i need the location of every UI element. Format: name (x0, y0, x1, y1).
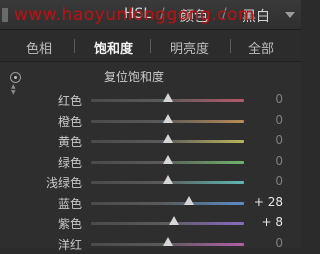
panel-header: HSL / 颜色 / 黑白 www.haoyunlonggong.com (0, 0, 301, 30)
slider-thumb[interactable] (168, 216, 179, 225)
slider-thumb[interactable] (162, 134, 173, 143)
slider-thumb[interactable] (162, 175, 173, 184)
slider-value[interactable]: 0 (275, 236, 283, 250)
slider-thumb[interactable] (162, 154, 173, 164)
slider-label: 浅绿色 (45, 176, 82, 190)
slider-row: 蓝色 + 28 (0, 193, 301, 213)
slider-thumb[interactable] (162, 236, 173, 246)
slider-thumb[interactable] (162, 93, 173, 102)
slider-row: 红色 0 (0, 90, 301, 110)
slider-value[interactable]: + 8 (261, 215, 283, 229)
panel-menu-icon[interactable] (285, 12, 295, 18)
subtab-divider (230, 39, 231, 53)
slider-row: 浅绿色 0 (0, 172, 301, 192)
slider-track[interactable] (91, 222, 244, 225)
slider-thumb[interactable] (183, 195, 194, 205)
slider-label: 洋红 (57, 237, 82, 252)
slider-row: 洋红 0 (0, 234, 301, 254)
reset-saturation-label[interactable]: 复位饱和度 (104, 68, 164, 85)
slider-value[interactable]: 0 (275, 92, 283, 106)
slider-row: 橙色 0 (0, 111, 301, 131)
slider-row: 黄色 0 (0, 131, 301, 151)
subtab-divider (74, 39, 75, 53)
slider-row: 绿色 0 (0, 152, 301, 172)
slider-value[interactable]: 0 (275, 133, 283, 147)
slider-row: 紫色 + 8 (0, 213, 301, 233)
slider-value[interactable]: + 28 (254, 195, 283, 209)
slider-value[interactable]: 0 (275, 174, 283, 188)
slider-value[interactable]: 0 (275, 154, 283, 168)
slider-label: 绿色 (57, 155, 82, 170)
slider-label: 黄色 (57, 135, 82, 149)
subtab-luminance[interactable]: 明亮度 (170, 38, 209, 57)
slider-label: 紫色 (57, 217, 82, 231)
slider-thumb[interactable] (162, 113, 173, 123)
slider-label: 红色 (57, 94, 82, 108)
subtab-saturation[interactable]: 饱和度 (94, 38, 133, 57)
slider-value[interactable]: 0 (275, 113, 283, 127)
subtab-hue[interactable]: 色相 (26, 38, 52, 57)
hsl-panel: HSL / 颜色 / 黑白 www.haoyunlonggong.com 色相 … (0, 0, 301, 252)
subtab-all[interactable]: 全部 (248, 38, 274, 57)
watermark-text: www.haoyunlonggong.com (14, 5, 255, 25)
subtab-divider (150, 39, 151, 53)
slider-track[interactable] (91, 201, 244, 205)
target-adjustment-icon[interactable] (10, 72, 21, 83)
slider-label: 蓝色 (57, 196, 82, 211)
subtab-bar: 色相 饱和度 明亮度 全部 (0, 30, 301, 62)
slider-label: 橙色 (57, 114, 82, 129)
